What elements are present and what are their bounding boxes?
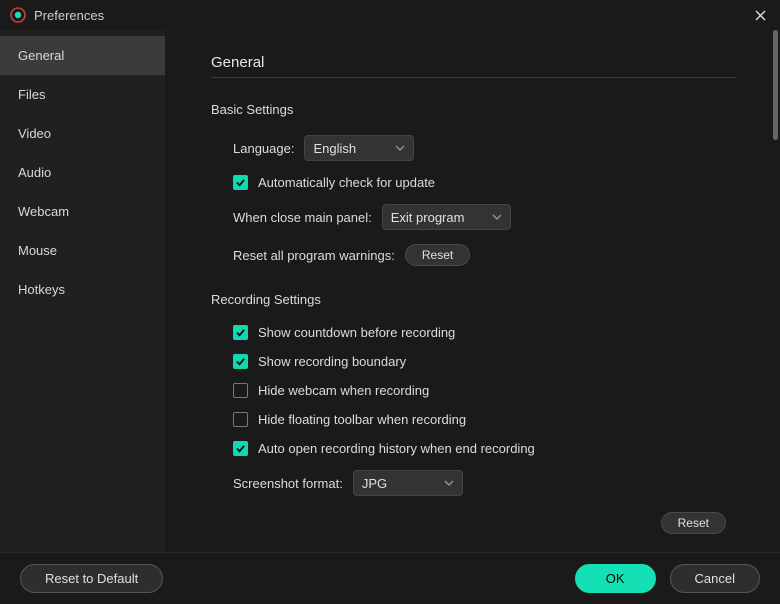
hide-webcam-label: Hide webcam when recording [258, 383, 429, 398]
content: General Basic Settings Language: English… [165, 30, 772, 552]
sidebar-item-audio[interactable]: Audio [0, 153, 165, 192]
auto-update-row: Automatically check for update [233, 175, 736, 190]
sidebar-item-files[interactable]: Files [0, 75, 165, 114]
app-icon [10, 7, 26, 23]
titlebar: Preferences [0, 0, 780, 30]
close-panel-label: When close main panel: [233, 210, 372, 225]
window-title: Preferences [34, 8, 104, 23]
reset-warnings-row: Reset all program warnings: Reset [233, 244, 736, 266]
sidebar-item-label: Audio [18, 165, 51, 180]
body: General Files Video Audio Webcam Mouse H… [0, 30, 780, 552]
reset-warnings-label: Reset all program warnings: [233, 248, 395, 263]
scrollbar-thumb[interactable] [773, 30, 778, 140]
show-countdown-row: Show countdown before recording [233, 325, 736, 340]
auto-open-history-label: Auto open recording history when end rec… [258, 441, 535, 456]
chevron-down-icon [478, 210, 502, 225]
show-boundary-checkbox[interactable] [233, 354, 248, 369]
recording-settings-heading: Recording Settings [211, 292, 736, 307]
ok-button[interactable]: OK [575, 564, 656, 593]
auto-open-history-row: Auto open recording history when end rec… [233, 441, 736, 456]
hide-webcam-checkbox[interactable] [233, 383, 248, 398]
show-countdown-label: Show countdown before recording [258, 325, 455, 340]
cancel-button[interactable]: Cancel [670, 564, 760, 593]
close-panel-value: Exit program [391, 210, 465, 225]
page-title: General [211, 54, 736, 78]
sidebar-item-label: Mouse [18, 243, 57, 258]
footer: Reset to Default OK Cancel [0, 552, 780, 604]
scrollbar[interactable] [772, 30, 780, 552]
hide-toolbar-row: Hide floating toolbar when recording [233, 412, 736, 427]
screenshot-format-label: Screenshot format: [233, 476, 343, 491]
screenshot-format-row: Screenshot format: JPG [233, 470, 736, 496]
show-boundary-label: Show recording boundary [258, 354, 406, 369]
language-value: English [313, 141, 356, 156]
close-button[interactable] [750, 5, 770, 25]
sidebar-item-general[interactable]: General [0, 36, 165, 75]
hide-toolbar-label: Hide floating toolbar when recording [258, 412, 466, 427]
sidebar-item-video[interactable]: Video [0, 114, 165, 153]
close-panel-row: When close main panel: Exit program [233, 204, 736, 230]
recording-reset-button[interactable]: Reset [661, 512, 726, 534]
language-row: Language: English [233, 135, 736, 161]
reset-to-default-button[interactable]: Reset to Default [20, 564, 163, 593]
sidebar-item-label: Hotkeys [18, 282, 65, 297]
close-panel-select[interactable]: Exit program [382, 204, 512, 230]
auto-update-label: Automatically check for update [258, 175, 435, 190]
content-wrap: General Basic Settings Language: English… [165, 30, 780, 552]
sidebar-item-label: Files [18, 87, 45, 102]
hide-toolbar-checkbox[interactable] [233, 412, 248, 427]
chevron-down-icon [430, 476, 454, 491]
sidebar-item-webcam[interactable]: Webcam [0, 192, 165, 231]
language-select[interactable]: English [304, 135, 414, 161]
sidebar-item-label: General [18, 48, 64, 63]
recording-settings-section: Recording Settings Show countdown before… [211, 292, 736, 534]
show-boundary-row: Show recording boundary [233, 354, 736, 369]
sidebar-item-label: Video [18, 126, 51, 141]
sidebar: General Files Video Audio Webcam Mouse H… [0, 30, 165, 552]
screenshot-format-select[interactable]: JPG [353, 470, 463, 496]
basic-settings-section: Basic Settings Language: English Automat… [211, 102, 736, 266]
basic-settings-heading: Basic Settings [211, 102, 736, 117]
show-countdown-checkbox[interactable] [233, 325, 248, 340]
screenshot-format-value: JPG [362, 476, 387, 491]
reset-warnings-button[interactable]: Reset [405, 244, 470, 266]
sidebar-item-hotkeys[interactable]: Hotkeys [0, 270, 165, 309]
language-label: Language: [233, 141, 294, 156]
auto-update-checkbox[interactable] [233, 175, 248, 190]
chevron-down-icon [381, 141, 405, 156]
hide-webcam-row: Hide webcam when recording [233, 383, 736, 398]
sidebar-item-label: Webcam [18, 204, 69, 219]
section-reset-row: Reset [211, 512, 736, 534]
auto-open-history-checkbox[interactable] [233, 441, 248, 456]
sidebar-item-mouse[interactable]: Mouse [0, 231, 165, 270]
